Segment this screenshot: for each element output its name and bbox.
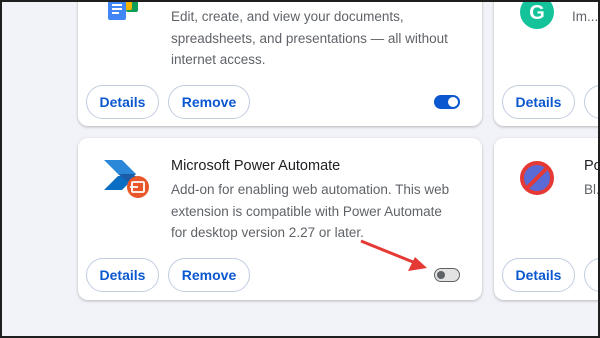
details-button[interactable]: Details	[502, 258, 575, 292]
extension-description: Edit, create, and view your documents, s…	[171, 9, 448, 67]
enable-toggle[interactable]	[434, 268, 460, 282]
details-button[interactable]: Details	[502, 85, 575, 119]
svg-text:G: G	[529, 2, 545, 24]
extension-card-docs-offline: Edit, create, and view your documents, s…	[78, 0, 482, 126]
extension-title: Po	[584, 158, 600, 174]
remove-button[interactable]: Remove	[168, 258, 250, 292]
power-automate-icon	[102, 156, 152, 200]
details-button[interactable]: Details	[86, 258, 159, 292]
toggle-knob	[448, 97, 458, 107]
extension-title: Microsoft Power Automate	[171, 158, 341, 174]
remove-button[interactable]	[584, 258, 600, 292]
remove-button[interactable]	[584, 85, 600, 119]
grammarly-icon: G	[519, 0, 555, 30]
extension-description: Im...	[572, 9, 599, 24]
extension-card-grammarly: G Im... Details	[494, 0, 600, 126]
annotation-arrow	[360, 239, 427, 271]
block-icon	[519, 160, 555, 196]
extension-card-power-automate: Microsoft Power Automate Add-on for enab…	[78, 138, 482, 300]
extension-description: Bl...	[584, 182, 600, 197]
remove-button[interactable]: Remove	[168, 85, 250, 119]
google-docs-offline-icon	[104, 0, 140, 28]
details-button[interactable]: Details	[86, 85, 159, 119]
extension-card-blocker: Po Bl... Details	[494, 138, 600, 300]
enable-toggle[interactable]	[434, 95, 460, 109]
toggle-knob	[437, 270, 445, 279]
extension-description: Add-on for enabling web automation. This…	[171, 182, 450, 240]
